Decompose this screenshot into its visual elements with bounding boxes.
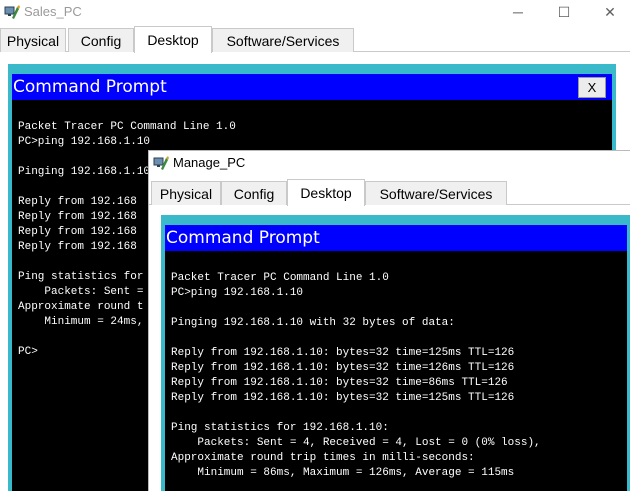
manage-pc-tabbar: Physical Config Desktop Software/Service… [149, 179, 630, 206]
command-prompt-titlebar: Command Prompt X [12, 74, 612, 100]
tab-desktop[interactable]: Desktop [134, 26, 212, 53]
tab-software-services[interactable]: Software/Services [212, 28, 354, 52]
window-title: Sales_PC [24, 4, 82, 19]
tab-software-services[interactable]: Software/Services [365, 181, 507, 205]
terminal-line: Pinging 192.168.1.10 with 32 bytes of da… [171, 317, 455, 329]
terminal-line: Reply from 192.168.1.10: bytes=32 time=1… [171, 362, 515, 374]
terminal-line: PC>ping 192.168.1.10 [18, 136, 151, 148]
manage-pc-window: Manage_PC Physical Config Desktop Softwa… [148, 150, 630, 491]
terminal-line: Minimum = 86ms, Maximum = 126ms, Average… [171, 467, 515, 479]
sales-pc-titlebar[interactable]: Sales_PC ─ ☐ ✕ [0, 0, 630, 24]
terminal-line: Packet Tracer PC Command Line 1.0 [18, 121, 236, 133]
terminal-line: PC>ping 192.168.1.10 [171, 287, 304, 299]
command-prompt-title: Command Prompt [166, 228, 320, 248]
minimize-button[interactable]: ─ [495, 0, 541, 24]
terminal-line: Packet Tracer PC Command Line 1.0 [171, 272, 389, 284]
close-button[interactable]: ✕ [587, 0, 630, 24]
packet-tracer-pc-icon [153, 156, 169, 170]
terminal-line: Ping statistics for 192.168.1.10: [171, 422, 389, 434]
packet-tracer-pc-icon [4, 5, 20, 19]
terminal-output[interactable]: Packet Tracer PC Command Line 1.0 PC>ping… [165, 251, 627, 491]
sales-pc-tabbar: Physical Config Desktop Software/Service… [0, 26, 630, 53]
tab-config[interactable]: Config [221, 181, 287, 205]
terminal-line: Approximate round trip times in milli-se… [171, 452, 475, 464]
tab-config[interactable]: Config [68, 28, 134, 52]
window-title: Manage_PC [173, 155, 246, 170]
terminal-line: Reply from 192.168.1.10: bytes=32 time=1… [171, 392, 515, 404]
terminal-line: Reply from 192.168.1.10: bytes=32 time=8… [171, 377, 508, 389]
maximize-button[interactable]: ☐ [541, 0, 587, 24]
command-prompt-close-button[interactable]: X [578, 77, 606, 98]
terminal-line: Packets: Sent = 4, Received = 4, Lost = … [171, 437, 541, 449]
manage-pc-titlebar[interactable]: Manage_PC [149, 151, 630, 175]
terminal-line: Reply from 192.168.1.10: bytes=32 time=1… [171, 347, 515, 359]
tab-physical[interactable]: Physical [0, 28, 66, 52]
command-prompt-title: Command Prompt [13, 77, 167, 97]
command-prompt-titlebar: Command Prompt [165, 225, 627, 251]
tab-physical[interactable]: Physical [151, 181, 221, 205]
command-prompt-panel: Command Prompt Packet Tracer PC Command … [161, 215, 630, 491]
tab-desktop[interactable]: Desktop [287, 179, 365, 206]
